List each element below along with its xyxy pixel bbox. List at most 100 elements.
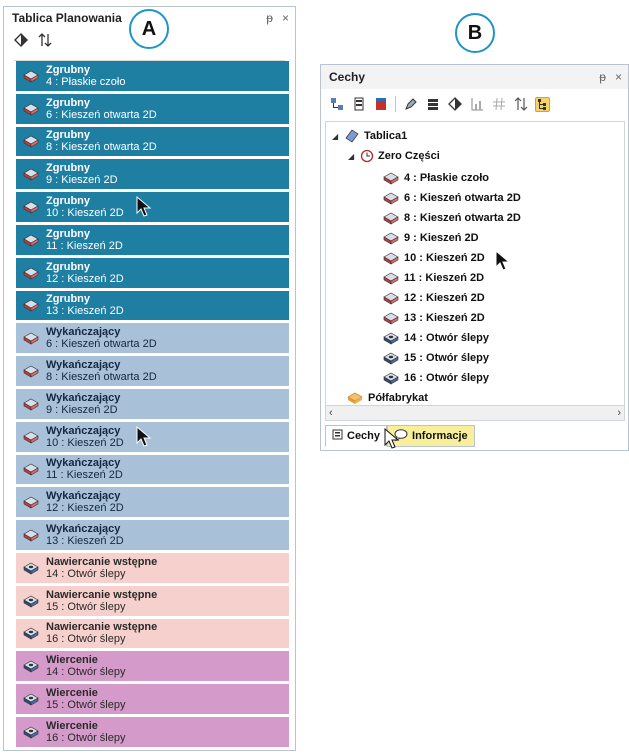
tree-feature-node[interactable]: 11 : Kieszeń 2D	[382, 268, 484, 288]
tab-info[interactable]: Informacje	[387, 425, 475, 447]
tab-info-label: Informacje	[412, 430, 468, 442]
feature-block-icon	[383, 212, 399, 225]
label-b-badge: B	[455, 13, 495, 53]
tree-feature-node[interactable]: 9 : Kieszeń 2D	[382, 228, 479, 248]
operation-title: Wykańczający	[46, 326, 121, 339]
tree-feature-node[interactable]: 8 : Kieszeń otwarta 2D	[382, 208, 521, 228]
tree-feature-node-label: 4 : Płaskie czoło	[404, 172, 489, 184]
tree-feature-node[interactable]: 16 : Otwór ślepy	[382, 368, 489, 388]
layers-icon[interactable]	[425, 97, 440, 112]
tree-stock-node[interactable]: Półfabrykat	[346, 388, 428, 405]
tree-zero-node[interactable]: ◢ Zero Części	[348, 146, 440, 166]
operation-title: Nawiercanie wstępne	[46, 555, 158, 568]
tree-root-node[interactable]: ◢ Tablica1	[332, 126, 407, 146]
scroll-left-icon[interactable]: ‹	[329, 407, 333, 419]
operation-item[interactable]: Zgrubny 6 : Kieszeń otwarta 2D	[16, 93, 289, 124]
operation-item[interactable]: Nawiercanie wstępne 14 : Otwór ślepy	[16, 552, 289, 583]
operation-feature: 11 : Kieszeń 2D	[46, 239, 123, 252]
pin-icon[interactable]: ᵽ	[266, 11, 273, 25]
hash-icon[interactable]	[491, 97, 506, 112]
features-toolbar	[321, 93, 628, 115]
structure-icon[interactable]	[329, 97, 344, 112]
operation-feature: 12 : Kieszeń 2D	[46, 502, 124, 515]
operation-item[interactable]: Wiercenie 14 : Otwór ślepy	[16, 651, 289, 682]
feature-tree-view-icon[interactable]	[535, 96, 550, 112]
operation-item[interactable]: Wiercenie 16 : Otwór ślepy	[16, 716, 289, 747]
operation-item[interactable]: Zgrubny 9 : Kieszeń 2D	[16, 159, 289, 190]
tree-feature-node[interactable]: 14 : Otwór ślepy	[382, 328, 489, 348]
operation-title: Wiercenie	[46, 687, 98, 700]
operation-item[interactable]: Wiercenie 15 : Otwór ślepy	[16, 684, 289, 714]
operation-block-icon	[23, 201, 39, 214]
part-zero-icon	[360, 149, 374, 163]
tree-feature-node-label: 15 : Otwór ślepy	[404, 352, 489, 364]
feature-block-icon	[383, 352, 399, 365]
operation-item[interactable]: Nawiercanie wstępne 16 : Otwór ślepy	[16, 618, 289, 649]
tree-feature-node[interactable]: 4 : Płaskie czoło	[382, 168, 489, 188]
tab-features[interactable]: Cechy	[325, 425, 388, 447]
feature-list-icon	[332, 429, 343, 443]
horizontal-scrollbar[interactable]: ‹ ›	[325, 405, 625, 421]
operation-title: Wykańczający	[46, 391, 121, 404]
operation-item[interactable]: Zgrubny 4 : Płaskie czoło	[16, 61, 289, 91]
operation-feature: 16 : Otwór ślepy	[46, 633, 126, 646]
operation-block-icon	[23, 464, 39, 476]
operation-feature: 13 : Kieszeń 2D	[46, 535, 124, 548]
planning-board-title: Tablica Planowania	[12, 11, 122, 25]
operation-title: Nawiercanie wstępne	[46, 588, 158, 601]
features-panel: Cechy ᵽ × ◢ Tablica1 ◢ Zero Części 4: P…	[320, 64, 629, 451]
sort-icon[interactable]	[38, 32, 52, 52]
feature-diamond-icon[interactable]	[447, 97, 462, 112]
operation-feature: 14 : Otwór ślepy	[46, 567, 126, 580]
tree-root-node-label: Tablica1	[364, 130, 408, 142]
feature-list-icon[interactable]	[351, 97, 366, 112]
close-icon[interactable]: ×	[282, 11, 289, 25]
operation-item[interactable]: Wykańczający 6 : Kieszeń otwarta 2D	[16, 323, 289, 354]
tree-feature-node-label: 16 : Otwór ślepy	[404, 372, 489, 384]
operation-feature: 16 : Otwór ślepy	[46, 731, 126, 744]
stock-block-icon[interactable]	[373, 97, 388, 112]
operation-item[interactable]: Zgrubny 13 : Kieszeń 2D	[16, 290, 289, 321]
operation-item[interactable]: Wykańczający 10 : Kieszeń 2D	[16, 421, 289, 452]
operation-block-icon	[23, 496, 39, 509]
feature-block-icon	[383, 312, 399, 325]
tree-feature-node[interactable]: 12 : Kieszeń 2D	[382, 288, 485, 308]
feature-tree: ◢ Tablica1 ◢ Zero Części 4 : Płaskie czoło 6 …	[325, 121, 625, 405]
operation-item[interactable]: Wykańczający 12 : Kieszeń 2D	[16, 487, 289, 518]
operation-feature: 8 : Kieszeń otwarta 2D	[46, 371, 157, 384]
pencil-check-icon[interactable]	[403, 97, 418, 112]
operation-item[interactable]: Zgrubny 8 : Kieszeń otwarta 2D	[16, 126, 289, 157]
pin-icon[interactable]: ᵽ	[599, 70, 606, 84]
operation-item[interactable]: Zgrubny 12 : Kieszeń 2D	[16, 257, 289, 288]
operation-title: Zgrubny	[46, 96, 90, 109]
operation-block-icon	[23, 562, 39, 575]
operation-title: Zgrubny	[46, 260, 90, 273]
operation-item[interactable]: Zgrubny 11 : Kieszeń 2D	[16, 224, 289, 255]
operation-title: Wykańczający	[46, 490, 121, 503]
expand-toggle-icon[interactable]: ◢	[348, 152, 356, 161]
operation-item[interactable]: Zgrubny 10 : Kieszeń 2D	[16, 192, 289, 222]
scroll-right-icon[interactable]: ›	[617, 407, 621, 419]
operation-feature: 10 : Kieszeń 2D	[46, 207, 124, 220]
operation-feature: 6 : Kieszeń otwarta 2D	[46, 338, 157, 351]
operation-item[interactable]: Wykańczający 13 : Kieszeń 2D	[16, 520, 289, 550]
operation-block-icon	[23, 529, 39, 542]
operation-item[interactable]: Wykańczający 8 : Kieszeń otwarta 2D	[16, 356, 289, 386]
tree-feature-node[interactable]: 6 : Kieszeń otwarta 2D	[382, 188, 521, 208]
operation-title: Zgrubny	[46, 195, 90, 208]
operation-feature: 11 : Kieszeń 2D	[46, 469, 123, 482]
operation-item[interactable]: Wykańczający 11 : Kieszeń 2D	[16, 454, 289, 485]
operation-item[interactable]: Nawiercanie wstępne 15 : Otwór ślepy	[16, 585, 289, 616]
operation-item[interactable]: Wykańczający 9 : Kieszeń 2D	[16, 388, 289, 419]
tree-feature-node[interactable]: 13 : Kieszeń 2D	[382, 308, 485, 328]
feature-diamond-icon[interactable]	[14, 32, 28, 52]
tree-feature-node[interactable]: 10 : Kieszeń 2D	[382, 248, 485, 268]
features-title: Cechy	[329, 70, 366, 84]
expand-toggle-icon[interactable]: ◢	[332, 132, 340, 141]
operation-title: Wykańczający	[46, 424, 121, 437]
operation-title: Zgrubny	[46, 63, 90, 76]
close-icon[interactable]: ×	[615, 70, 622, 84]
tree-feature-node[interactable]: 15 : Otwór ślepy	[382, 348, 489, 368]
sort-icon[interactable]	[513, 97, 528, 112]
chart-icon[interactable]	[469, 97, 484, 112]
